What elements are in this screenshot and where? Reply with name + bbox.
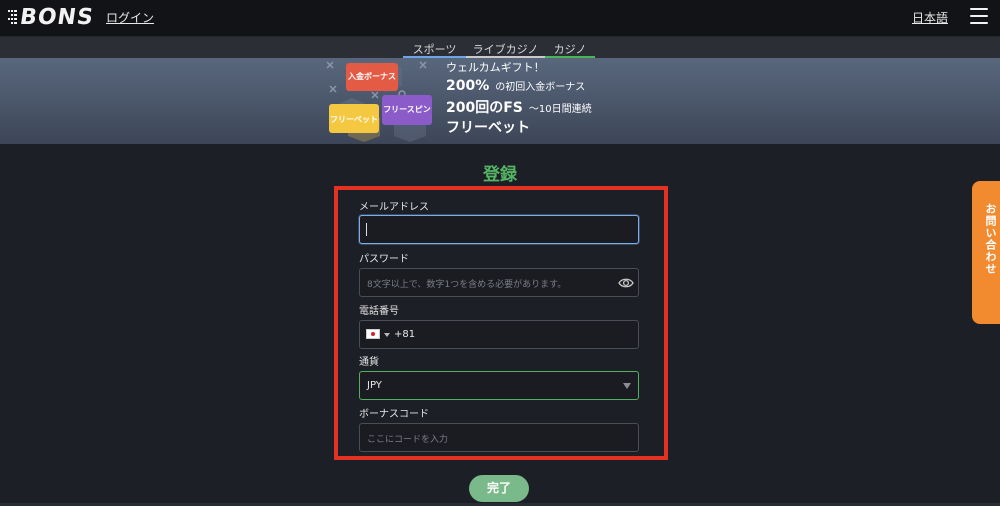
contact-us-tab[interactable]: お問い合わせ — [972, 181, 1000, 324]
submit-button[interactable]: 完了 — [469, 475, 529, 502]
tab-sports[interactable]: スポーツ — [403, 41, 466, 58]
registration-page: BONS ログイン 日本語 スポーツ ライブカジノ カジノ 入金ボーナス フリー… — [0, 0, 1000, 506]
contact-us-label: お問い合わせ — [984, 203, 997, 275]
promo-line-fs: 200回のFS 〜10日間連続 — [446, 97, 592, 117]
japan-flag-icon[interactable] — [366, 329, 380, 339]
phone-label: 電話番号 — [359, 306, 399, 317]
welcome-banner: 入金ボーナス フリーベット フリースピン ウェルカムギフト！ 200% の初回入金… — [0, 58, 1000, 144]
promo-deposit-desc: の初回入金ボーナス — [495, 82, 586, 93]
badge-free-bet-label: フリーベット — [330, 115, 378, 124]
chevron-down-icon — [623, 383, 631, 389]
eye-icon[interactable] — [618, 276, 634, 290]
bonus-code-placeholder: ここにコードを入力 — [367, 435, 449, 445]
password-placeholder: 8文字以上で、数字1つを含める必要があります。 — [367, 280, 567, 290]
welcome-text: ウェルカムギフト！ — [446, 61, 545, 74]
tab-live-casino[interactable]: ライブカジノ — [466, 41, 545, 58]
promo-line-deposit: 200% の初回入金ボーナス — [446, 75, 585, 94]
password-label: パスワード — [359, 254, 409, 265]
promo-deposit-percent: 200% — [446, 78, 490, 94]
category-tabs: スポーツ ライブカジノ カジノ — [0, 37, 1000, 58]
currency-value: JPY — [367, 380, 382, 391]
tab-casino[interactable]: カジノ — [545, 41, 595, 58]
bons-logo[interactable]: BONS — [8, 4, 96, 30]
language-selector[interactable]: 日本語 — [912, 9, 948, 26]
password-field[interactable]: 8文字以上で、数字1つを含める必要があります。 — [359, 268, 639, 297]
promo-line-freebet: フリーベット — [446, 117, 530, 137]
promo-fs-count: 200回のFS — [446, 100, 523, 116]
currency-label: 通貨 — [359, 357, 379, 368]
email-field[interactable] — [359, 215, 639, 244]
promo-fs-desc: 〜10日間連続 — [528, 104, 592, 115]
hamburger-icon[interactable] — [970, 8, 988, 24]
phone-field[interactable]: +81 — [359, 320, 639, 349]
logo-text: BONS — [18, 4, 96, 30]
promo-freebet: フリーベット — [446, 120, 530, 136]
country-chevron-down-icon[interactable] — [384, 333, 390, 337]
bonus-code-label: ボーナスコード — [359, 409, 429, 420]
text-caret — [366, 223, 367, 236]
email-label: メールアドレス — [359, 202, 429, 213]
top-header: BONS ログイン 日本語 — [0, 0, 1000, 37]
page-title: 登録 — [483, 165, 517, 185]
badge-free-spin-label: フリースピン — [383, 105, 431, 114]
logo-dots-icon — [8, 10, 17, 24]
phone-dial-code: +81 — [394, 329, 416, 340]
login-link[interactable]: ログイン — [106, 9, 154, 26]
bonus-code-field[interactable]: ここにコードを入力 — [359, 423, 639, 452]
badge-deposit-bonus-label: 入金ボーナス — [348, 72, 396, 81]
currency-select[interactable]: JPY — [359, 371, 639, 400]
